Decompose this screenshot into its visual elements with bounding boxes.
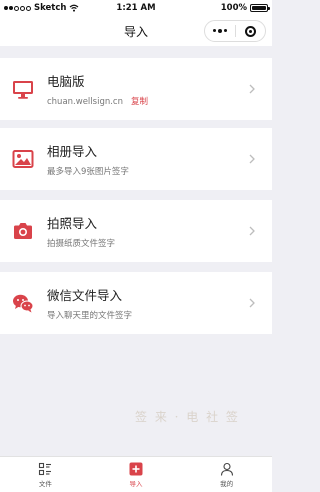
tab-label: 导入 bbox=[129, 480, 143, 488]
battery-icon bbox=[250, 4, 270, 12]
chevron-right-icon bbox=[249, 226, 255, 236]
item-subtitle: chuan.wellsign.cn 复制 bbox=[47, 95, 148, 107]
image-icon bbox=[12, 150, 34, 168]
item-subtitle: 最多导入9张图片签字 bbox=[47, 167, 129, 177]
chevron-right-icon bbox=[249, 84, 255, 94]
watermark: 签 来 · 电 社 签 bbox=[135, 410, 240, 424]
item-title: 电脑版 bbox=[47, 74, 85, 89]
copy-link[interactable]: 复制 bbox=[131, 97, 148, 107]
list-item-wechat-import[interactable]: 微信文件导入 导入聊天里的文件签字 bbox=[0, 272, 272, 334]
list-item-camera-import[interactable]: 拍照导入 拍摄纸质文件签字 bbox=[0, 200, 272, 262]
person-icon bbox=[220, 462, 233, 476]
mini-program-capsule bbox=[204, 20, 266, 42]
battery-percent: 100% bbox=[220, 3, 247, 13]
tab-files[interactable]: 文件 bbox=[0, 457, 91, 492]
monitor-icon bbox=[13, 81, 33, 99]
close-mini-program-icon[interactable] bbox=[236, 25, 266, 37]
tab-import[interactable]: 导入 bbox=[91, 457, 182, 492]
wechat-icon bbox=[13, 294, 34, 313]
tab-me[interactable]: 我的 bbox=[181, 457, 272, 492]
list-item-album-import[interactable]: 相册导入 最多导入9张图片签字 bbox=[0, 128, 272, 190]
item-title: 微信文件导入 bbox=[47, 288, 123, 303]
more-icon[interactable] bbox=[205, 28, 235, 33]
tab-label: 我的 bbox=[220, 480, 234, 488]
chevron-right-icon bbox=[249, 298, 255, 308]
plus-square-icon bbox=[129, 462, 143, 476]
tab-bar: 文件 导入 我的 bbox=[0, 456, 272, 492]
status-right: 100% bbox=[220, 3, 270, 13]
tab-label: 文件 bbox=[38, 480, 52, 488]
chevron-right-icon bbox=[249, 154, 255, 164]
nav-bar: 导入 bbox=[0, 16, 272, 46]
status-bar: Sketch 1:21 AM 100% bbox=[0, 0, 272, 16]
item-title: 相册导入 bbox=[47, 144, 98, 159]
item-subtitle: 拍摄纸质文件签字 bbox=[47, 239, 116, 249]
camera-icon bbox=[14, 223, 32, 239]
document-list-icon bbox=[39, 462, 52, 476]
desktop-url: chuan.wellsign.cn bbox=[47, 97, 123, 107]
item-subtitle: 导入聊天里的文件签字 bbox=[47, 311, 133, 321]
list-item-desktop[interactable]: 电脑版 chuan.wellsign.cn 复制 bbox=[0, 58, 272, 120]
item-title: 拍照导入 bbox=[47, 216, 98, 231]
